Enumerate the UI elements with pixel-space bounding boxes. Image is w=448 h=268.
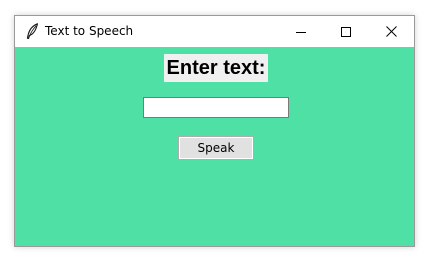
app-window: Text to Speech Enter text: Speak <box>14 15 415 247</box>
maximize-button[interactable] <box>324 16 368 47</box>
minimize-button[interactable] <box>279 16 323 47</box>
close-button[interactable] <box>369 16 413 47</box>
text-entry-field[interactable] <box>143 97 289 118</box>
close-icon <box>385 26 397 37</box>
minimize-icon <box>296 31 306 33</box>
maximize-icon <box>341 26 351 37</box>
client-area: Enter text: Speak <box>15 47 414 246</box>
enter-text-label: Enter text: <box>164 54 268 82</box>
speak-button[interactable]: Speak <box>178 136 254 160</box>
feather-icon <box>25 23 39 41</box>
title-bar[interactable]: Text to Speech <box>15 16 414 47</box>
window-title: Text to Speech <box>45 24 134 38</box>
